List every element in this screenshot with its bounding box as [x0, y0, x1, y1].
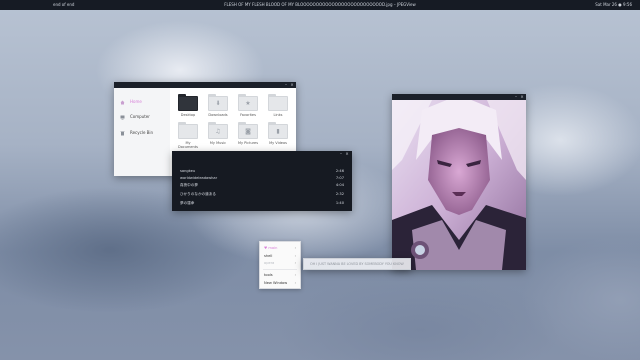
chevron-right-icon: › — [294, 273, 296, 277]
image-viewer-window: – × — [392, 94, 526, 270]
track-duration: 7:07 — [335, 176, 344, 180]
folder-my-videos[interactable]: ▮ My Videos — [266, 122, 290, 145]
menu-separator — [263, 269, 297, 270]
videos-folder-icon: ▮ — [276, 128, 280, 135]
folder-desktop[interactable]: Desktop — [176, 94, 200, 117]
close-icon[interactable]: × — [289, 82, 295, 88]
track-duration: 2:46 — [335, 169, 344, 173]
menu-item-label: opera — [264, 261, 275, 265]
track-title: ひかりのなかの道ある — [180, 192, 216, 196]
pictures-folder-icon: ◙ — [245, 128, 251, 135]
folder-label: Desktop — [180, 113, 196, 117]
playlist-row[interactable]: 真夜中の夢 4:04 — [180, 182, 344, 189]
folder-my-music[interactable]: ♫ My Music — [206, 122, 230, 145]
folder-label: Downloads — [208, 113, 228, 117]
sidebar-item-recycle-bin[interactable]: Recycle Bin — [120, 129, 153, 137]
music-folder-icon: ♫ — [215, 128, 221, 135]
menu-item-label: main — [268, 246, 278, 250]
active-window-title: FLESH OF MY FLESH BLOOD OF MY BLOOOOOOOO… — [224, 2, 416, 7]
folder-downloads[interactable]: ⬇ Downloads — [206, 94, 230, 117]
context-menu: ♥ main › shell › opera › tools › New Win… — [259, 241, 301, 289]
track-title: 真夜中の夢 — [180, 183, 198, 187]
chevron-right-icon: › — [294, 281, 296, 285]
folder-label: My Pictures — [237, 141, 259, 145]
menu-item-opera[interactable]: opera › — [264, 260, 296, 266]
track-title: 夢の運命 — [180, 201, 195, 205]
folder-label: Links — [273, 113, 283, 117]
viewer-image — [392, 100, 526, 270]
sidebar-item-home[interactable]: Home — [120, 98, 142, 106]
playlist-row[interactable]: worldwideleadawhar 7:07 — [180, 175, 344, 182]
folder-label: Favorites — [240, 113, 256, 117]
notification-popup: OH I JUST WANNA BE LOVED BY SOMEBODY YOU… — [303, 258, 411, 270]
downloads-folder-icon: ⬇ — [215, 100, 221, 107]
chevron-right-icon: › — [294, 254, 296, 258]
playlist-row[interactable]: ひかりのなかの道ある 2:32 — [180, 191, 344, 198]
playlist-row[interactable]: sangkeu 2:46 — [180, 168, 344, 175]
playlist-row[interactable]: 夢の運命 1:40 — [180, 200, 344, 207]
menu-item-shell[interactable]: shell › — [264, 253, 296, 259]
folder-label: My Videos — [269, 141, 287, 145]
menu-item-label: New Window — [264, 281, 288, 285]
menu-item-tools[interactable]: tools › — [264, 272, 296, 278]
chevron-right-icon: › — [294, 261, 296, 265]
track-duration: 4:04 — [335, 183, 344, 187]
folder-my-documents[interactable]: My Documents — [176, 122, 200, 149]
top-bar: end of end FLESH OF MY FLESH BLOOD OF MY… — [0, 0, 640, 10]
notification-text: OH I JUST WANNA BE LOVED BY SOMEBODY YOU… — [310, 262, 404, 266]
track-duration: 1:40 — [335, 201, 344, 205]
folder-links[interactable]: Links — [266, 94, 290, 117]
file-manager-sidebar: Home Computer Recycle Bin — [114, 88, 170, 176]
menu-item-main[interactable]: ♥ main › — [264, 245, 296, 251]
folder-label: My Documents — [178, 141, 198, 149]
clock[interactable]: Sat Mar 26 ● 9:56 — [595, 0, 632, 10]
trash-icon — [120, 131, 125, 136]
menu-item-label: shell — [264, 254, 273, 258]
track-duration: 2:32 — [335, 192, 344, 196]
favorites-folder-icon: ★ — [245, 100, 251, 107]
close-icon[interactable]: × — [344, 151, 350, 157]
sidebar-item-computer[interactable]: Computer — [120, 113, 150, 121]
chevron-right-icon: › — [294, 246, 296, 250]
sidebar-item-label: Home — [130, 99, 142, 104]
folder-my-pictures[interactable]: ◙ My Pictures — [236, 122, 260, 145]
menu-item-label: tools — [264, 273, 273, 277]
folder-favorites[interactable]: ★ Favorites — [236, 94, 260, 117]
sidebar-item-label: Recycle Bin — [130, 130, 154, 135]
track-title: sangkeu — [180, 169, 196, 173]
music-player-window: – × sangkeu 2:46 worldwideleadawhar 7:07… — [172, 151, 352, 211]
home-icon — [120, 100, 125, 105]
folder-label: My Music — [209, 141, 227, 145]
computer-icon — [120, 115, 125, 120]
track-title: worldwideleadawhar — [180, 176, 218, 180]
sidebar-item-label: Computer — [130, 114, 150, 119]
music-player-titlebar[interactable]: – × — [172, 151, 352, 157]
menu-item-new-window[interactable]: New Window › — [264, 280, 296, 286]
